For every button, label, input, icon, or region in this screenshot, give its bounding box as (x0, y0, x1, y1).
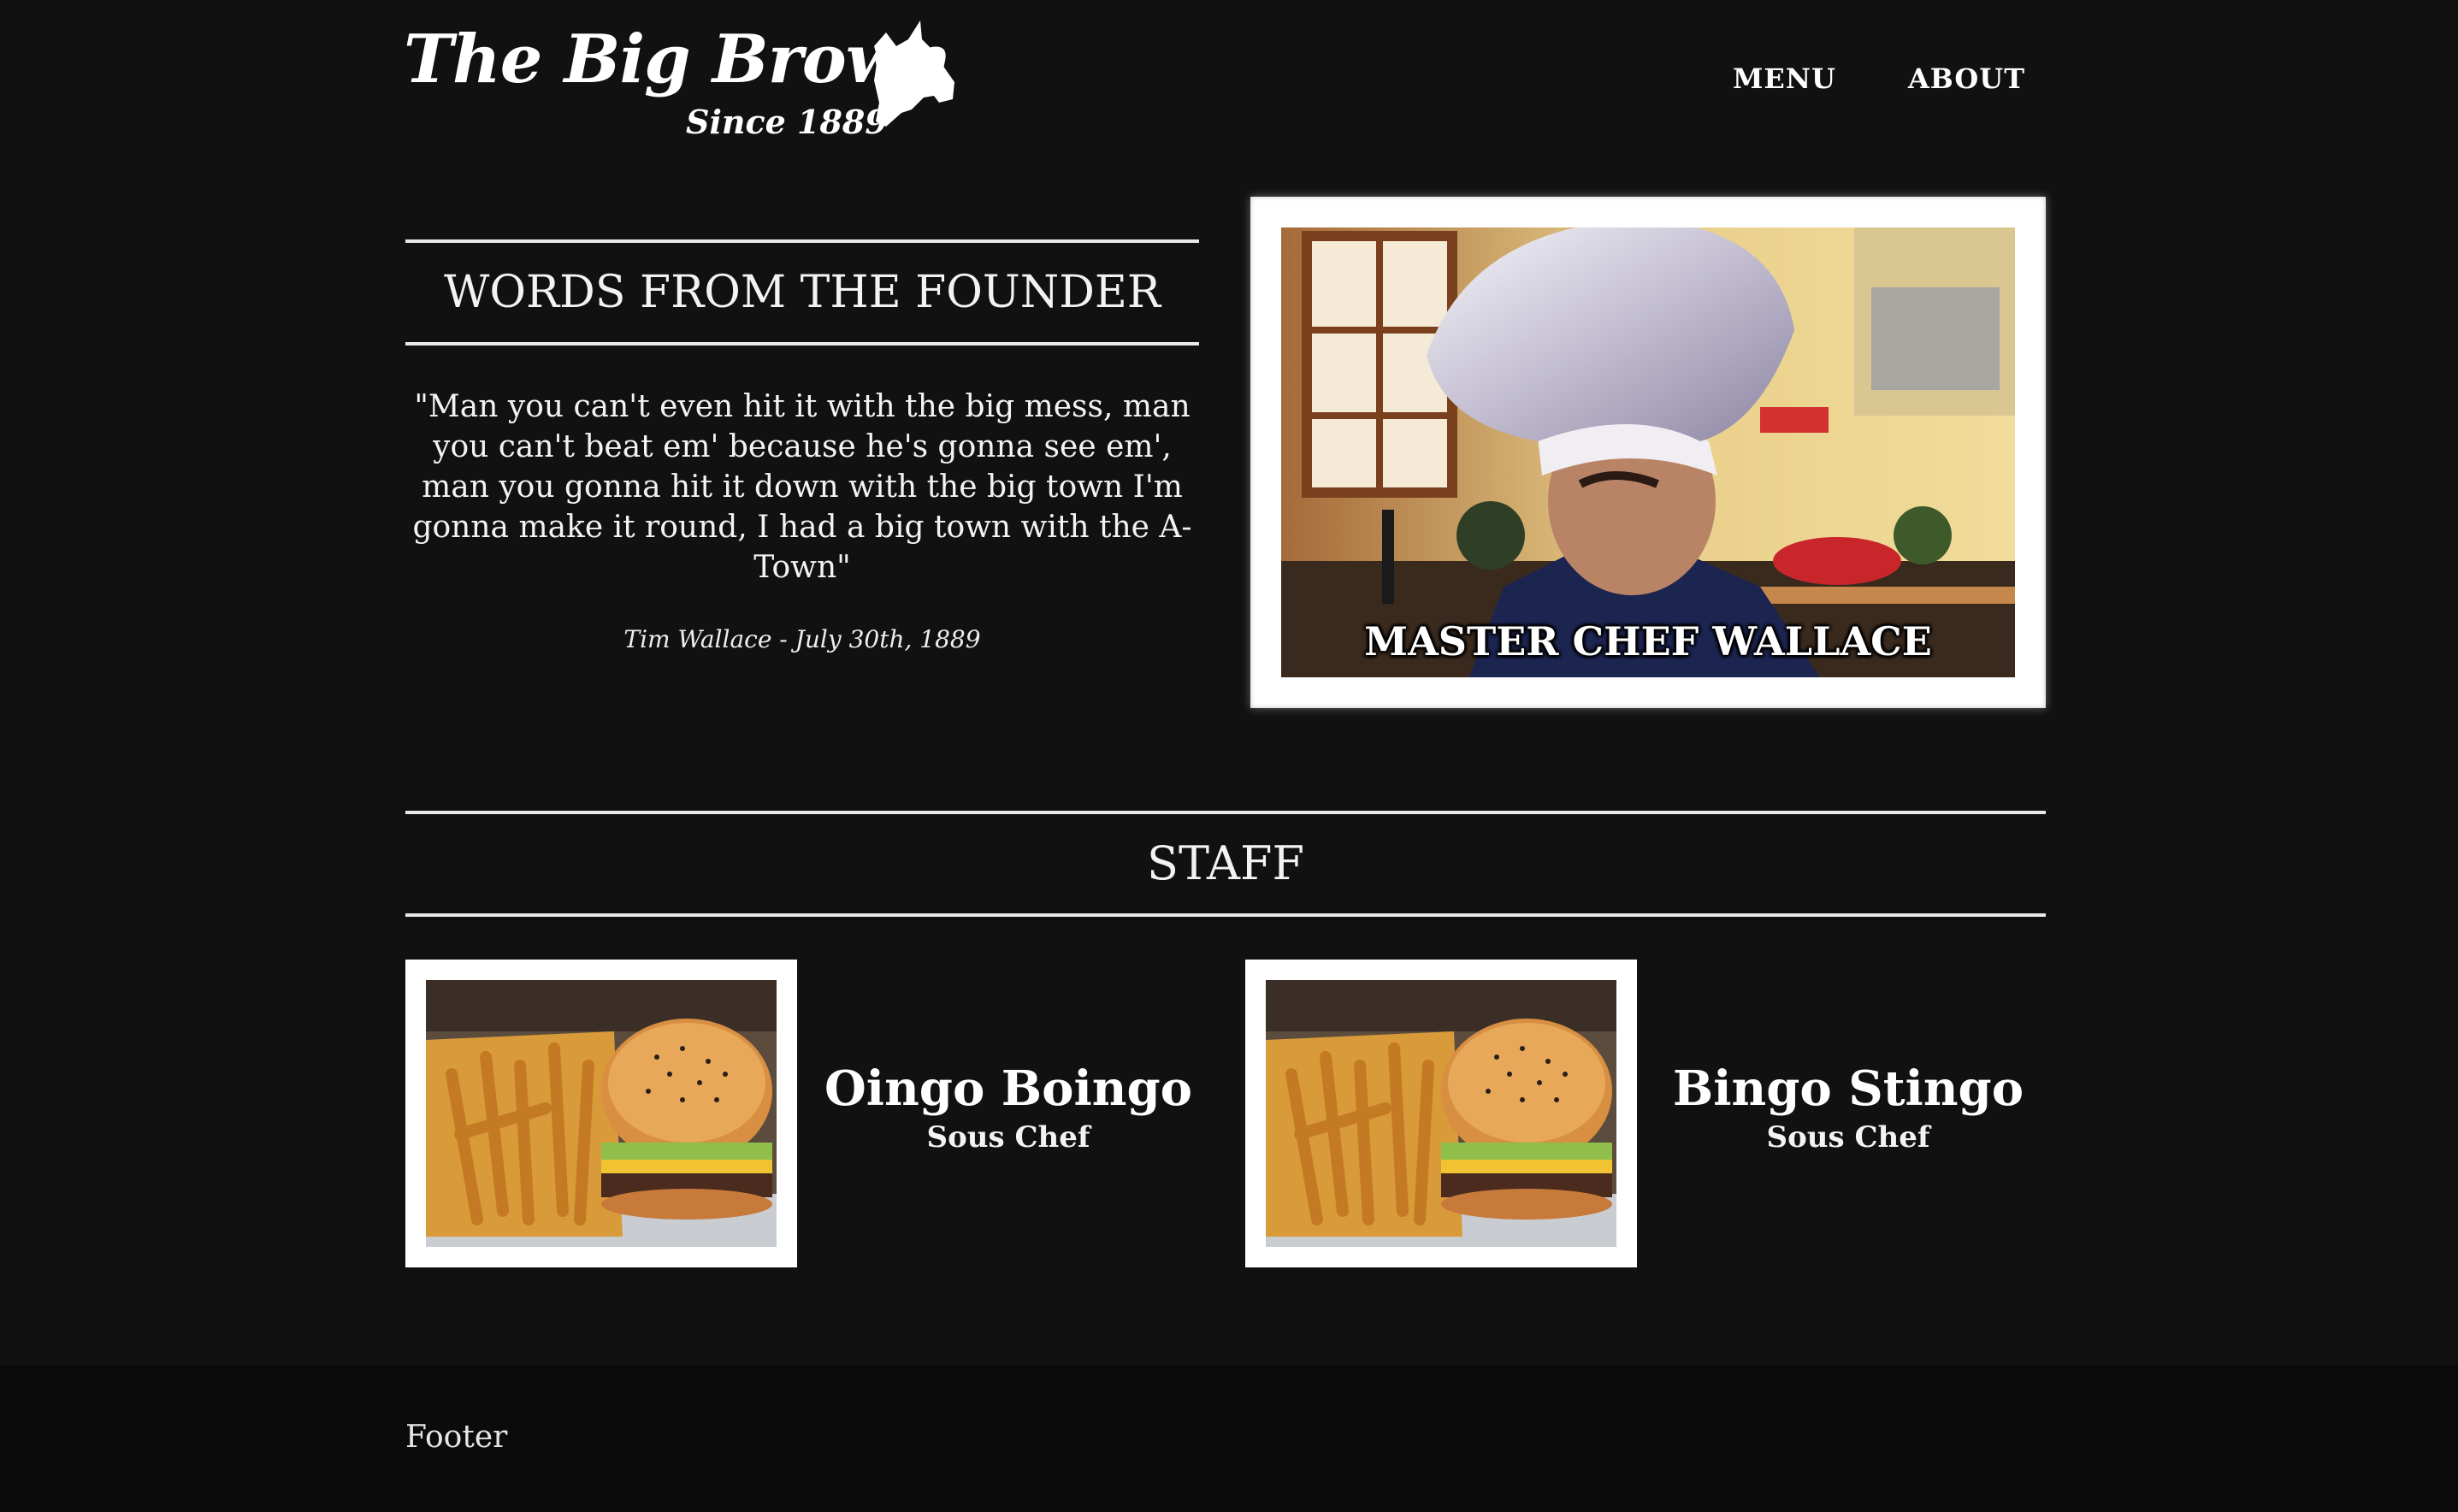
burger-photo (426, 980, 777, 1247)
staff-heading: STAFF (405, 811, 2046, 917)
brand-logo[interactable]: The Big Brown Since 1889 (404, 19, 960, 147)
site-header: The Big Brown Since 1889 MENU ABOUT (0, 0, 2458, 162)
burger-illustration (1266, 980, 1616, 1247)
staff-card: Oingo Boingo Sous Chef (405, 960, 1209, 1267)
burger-illustration (426, 980, 777, 1247)
chef-photo-frame: MASTER CHEF WALLACE (1250, 197, 2046, 708)
chef-caption: MASTER CHEF WALLACE (1364, 618, 1932, 664)
main-nav: MENU ABOUT (1733, 60, 2025, 97)
nav-item-menu[interactable]: MENU (1733, 60, 1836, 97)
founder-section: WORDS FROM THE FOUNDER "Man you can't ev… (405, 239, 1199, 656)
footer-text: Footer (405, 1420, 508, 1455)
staff-info: Bingo Stingo Sous Chef (1647, 1059, 2049, 1156)
staff-card: Bingo Stingo Sous Chef (1245, 960, 2049, 1267)
brand-subtitle: Since 1889 (686, 103, 888, 141)
cow-head-icon (874, 21, 954, 127)
quote-attribution: Tim Wallace - July 30th, 1889 (623, 625, 981, 653)
staff-role: Sous Chef (926, 1120, 1090, 1155)
page: The Big Brown Since 1889 MENU ABOUT WORD… (0, 0, 2458, 1512)
staff-name: Oingo Boingo (824, 1060, 1192, 1117)
brand-title: The Big Brown (404, 21, 951, 98)
staff-name: Bingo Stingo (1672, 1060, 2024, 1117)
staff-section: STAFF (405, 811, 2046, 917)
staff-photo-frame (405, 960, 797, 1267)
chef-photo: MASTER CHEF WALLACE (1281, 227, 2015, 677)
founder-quote: "Man you can't even hit it with the big … (412, 389, 1192, 585)
staff-photo-frame (1245, 960, 1637, 1267)
burger-photo (1266, 980, 1616, 1247)
site-footer: Footer (0, 1365, 2458, 1512)
nav-item-about[interactable]: ABOUT (1908, 60, 2025, 97)
chef-illustration (1281, 227, 2015, 677)
staff-role: Sous Chef (1766, 1120, 1930, 1155)
staff-info: Oingo Boingo Sous Chef (807, 1059, 1209, 1156)
founder-heading: WORDS FROM THE FOUNDER (405, 239, 1199, 346)
